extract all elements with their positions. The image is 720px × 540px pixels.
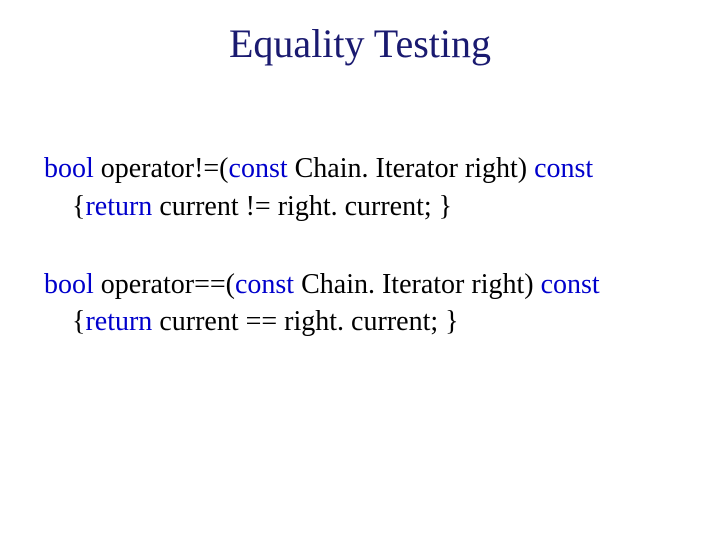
text: Chain. Iterator right) [294, 269, 540, 300]
text: current == right. current; } [152, 306, 458, 337]
keyword-bool: bool [44, 269, 94, 300]
text: operator==( [94, 269, 235, 300]
slide-title: Equality Testing [0, 20, 720, 67]
code-line-1: bool operator!=(const Chain. Iterator ri… [44, 150, 676, 188]
keyword-const: const [534, 153, 593, 184]
keyword-const: const [541, 269, 600, 300]
slide-body: bool operator!=(const Chain. Iterator ri… [44, 150, 676, 381]
text: current != right. current; } [152, 191, 452, 222]
text: { [72, 191, 85, 222]
keyword-return: return [85, 306, 152, 337]
code-line-3: bool operator==(const Chain. Iterator ri… [44, 266, 676, 304]
slide: Equality Testing bool operator!=(const C… [0, 0, 720, 540]
keyword-return: return [85, 191, 152, 222]
code-line-2: {return current != right. current; } [72, 188, 676, 226]
keyword-const: const [229, 153, 288, 184]
keyword-const: const [235, 269, 294, 300]
text: operator!=( [94, 153, 229, 184]
text: Chain. Iterator right) [288, 153, 534, 184]
text: { [72, 306, 85, 337]
code-line-4: {return current == right. current; } [72, 303, 676, 341]
keyword-bool: bool [44, 153, 94, 184]
